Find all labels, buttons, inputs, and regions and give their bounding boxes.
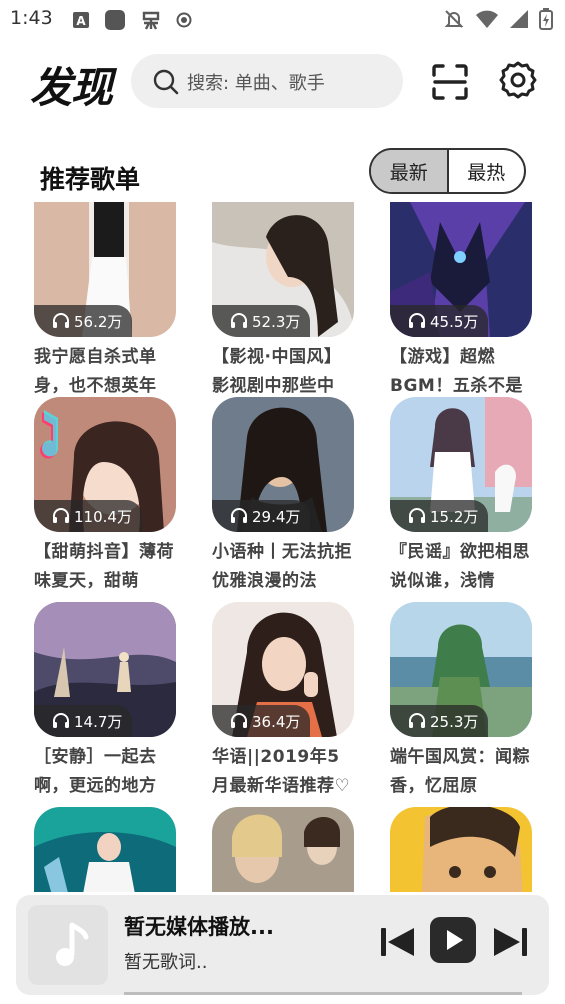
playlist-card[interactable]: 36.4万 华语||2019年5月最新华语推荐♡ [212,602,354,801]
playlist-card[interactable] [34,807,176,892]
playlist-cover: 110.4万 [34,397,176,532]
status-bar: 1:43 A [0,0,565,38]
search-placeholder: 搜索: 单曲、歌手 [187,73,325,94]
playlist-cover [390,807,532,892]
player-title: 暂无媒体播放... [124,915,274,939]
playlist-cover: 14.7万 [34,602,176,737]
headphones-icon [231,508,247,523]
playlist-card[interactable] [390,807,532,892]
record-icon [176,12,192,28]
play-count-badge: 110.4万 [34,500,142,532]
page-title: 发现 [30,63,113,112]
status-time: 1:43 [10,7,53,29]
headphones-icon [53,713,69,728]
play-count: 29.4万 [252,507,301,526]
headphones-icon [409,313,425,328]
play-button[interactable] [430,917,476,963]
play-count-badge: 15.2万 [390,500,489,532]
playlist-grid: 56.2万 我宁愿自杀式单身，也不想英年 52.3万 【影视·中国风】影视剧中那… [0,202,565,892]
headphones-icon [53,508,69,523]
search-box[interactable]: 搜索: 单曲、歌手 [131,54,403,108]
bell-off-icon [444,10,464,28]
playlist-card[interactable]: 29.4万 小语种丨无法抗拒优雅浪漫的法 [212,397,354,596]
headphones-icon [409,713,425,728]
search-icon [153,69,179,95]
sort-toggle: 最新 最热 [369,148,526,194]
playlist-title: 小语种丨无法抗拒优雅浪漫的法 [212,542,352,591]
play-count: 15.2万 [430,507,479,526]
player-progress-bar [124,992,522,995]
playlist-card[interactable]: 56.2万 我宁愿自杀式单身，也不想英年 [34,202,176,401]
headphones-icon [231,313,247,328]
playlist-cover [212,807,354,892]
playlist-card[interactable]: 52.3万 【影视·中国风】影视剧中那些中 [212,202,354,401]
play-count: 14.7万 [74,712,123,731]
next-icon[interactable] [490,922,530,962]
play-count: 45.5万 [430,312,479,331]
play-count-badge: 56.2万 [34,305,133,337]
play-count: 56.2万 [74,312,123,331]
playlist-card[interactable]: 110.4万 【甜萌抖音】薄荷味夏天，甜萌 [34,397,176,596]
playlist-title: 『民谣』欲把相思说似谁，浅情 [390,542,530,591]
bug-icon [142,11,160,30]
playlist-title: ［安静］一起去啊，更远的地方 [34,747,157,796]
signal-icon [510,10,528,28]
play-count-badge: 29.4万 [212,500,311,532]
play-count: 25.3万 [430,712,479,731]
play-count-badge: 36.4万 [212,705,311,737]
play-icon [447,930,463,950]
playlist-cover: 36.4万 [212,602,354,737]
playlist-card[interactable]: 25.3万 端午国风赏：闻粽香，忆屈原 [390,602,532,801]
headphones-icon [231,713,247,728]
playlist-card[interactable]: 14.7万 ［安静］一起去啊，更远的地方 [34,602,176,801]
play-count: 110.4万 [74,507,132,526]
mini-player[interactable]: 暂无媒体播放... 暂无歌词.. [16,895,549,995]
playlist-cover: 29.4万 [212,397,354,532]
playlist-cover: 52.3万 [212,202,354,337]
section-title: 推荐歌单 [40,165,141,194]
play-count: 36.4万 [252,712,301,731]
music-note-icon [56,922,89,966]
play-count-badge: 45.5万 [390,305,489,337]
play-count-badge: 14.7万 [34,705,133,737]
player-lyric: 暂无歌词.. [124,952,208,973]
wifi-icon [476,10,498,28]
player-cover [28,905,108,985]
playlist-title: 华语||2019年5月最新华语推荐♡ [212,747,351,796]
playlist-title: 我宁愿自杀式单身，也不想英年 [34,347,157,396]
square-icon [105,10,125,30]
playlist-title: 【影视·中国风】影视剧中那些中 [212,347,342,396]
playlist-cover: 56.2万 [34,202,176,337]
scan-icon[interactable] [430,62,470,102]
header: 发现 搜索: 单曲、歌手 [0,50,565,112]
svg-text:A: A [76,14,86,28]
playlist-cover: 25.3万 [390,602,532,737]
playlist-card[interactable]: 15.2万 『民谣』欲把相思说似谁，浅情 [390,397,532,596]
playlist-title: 【游戏】超燃BGM！五杀不是 [390,347,523,396]
tab-latest[interactable]: 最新 [371,150,447,192]
battery-charging-icon [539,8,553,30]
tab-hottest[interactable]: 最热 [446,150,525,192]
play-count: 52.3万 [252,312,301,331]
playlist-cover: 45.5万 [390,202,532,337]
playlist-cover: 15.2万 [390,397,532,532]
playlist-title: 端午国风赏：闻粽香，忆屈原 [390,747,530,796]
playlist-card[interactable]: 45.5万 【游戏】超燃BGM！五杀不是 [390,202,532,401]
playlist-cover [34,807,176,892]
headphones-icon [53,313,69,328]
play-count-badge: 52.3万 [212,305,311,337]
gear-icon[interactable] [498,60,538,100]
headphones-icon [409,508,425,523]
playlist-title: 【甜萌抖音】薄荷味夏天，甜萌 [34,542,174,591]
play-count-badge: 25.3万 [390,705,489,737]
a-box-icon: A [73,12,89,28]
playlist-card[interactable] [212,807,354,892]
previous-icon[interactable] [378,922,418,962]
